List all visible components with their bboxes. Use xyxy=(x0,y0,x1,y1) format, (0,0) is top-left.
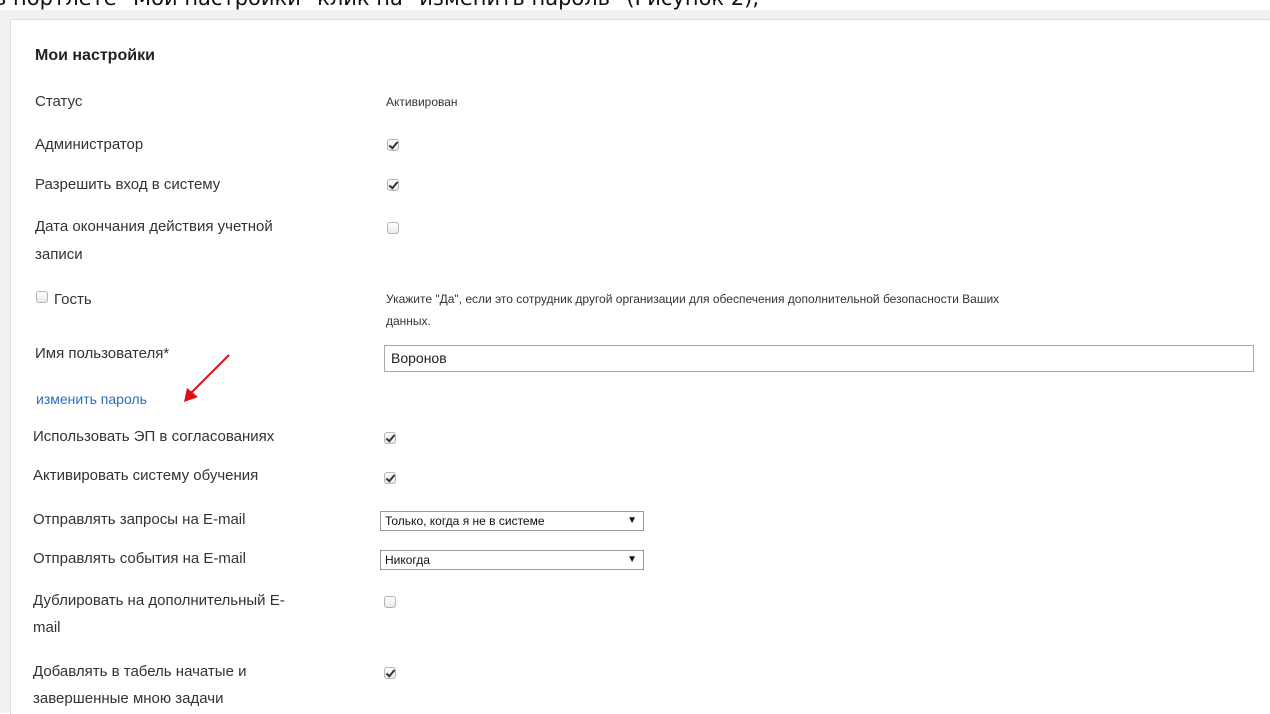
document-caption: в портлете "Мои настройки" клик на "изме… xyxy=(0,0,759,10)
allow-login-label: Разрешить вход в систему xyxy=(35,176,221,193)
username-input[interactable]: Воронов xyxy=(384,345,1254,372)
guest-hint: Укажите "Да", если это сотрудник другой … xyxy=(386,292,1000,306)
duplicate-checkbox[interactable] xyxy=(384,596,396,608)
chevron-down-icon: ▼ xyxy=(627,515,637,526)
username-label: Имя пользователя* xyxy=(35,345,170,362)
send-requests-label: Отправлять запросы на E-mail xyxy=(33,511,246,528)
timesheet-label: Добавлять в табель начатые и xyxy=(33,663,247,680)
learning-label: Активировать систему обучения xyxy=(33,467,259,484)
timesheet-label-line2: завершенные мною задачи xyxy=(33,690,224,707)
guest-label: Гость xyxy=(54,291,92,308)
use-ep-label: Использовать ЭП в согласованиях xyxy=(33,428,275,445)
portlet-title: Мои настройки xyxy=(35,47,155,64)
send-events-select[interactable]: Никогда ▼ xyxy=(380,550,644,570)
admin-checkbox[interactable] xyxy=(387,139,399,151)
status-label: Статус xyxy=(35,93,83,110)
send-requests-select[interactable]: Только, когда я не в системе ▼ xyxy=(380,511,644,531)
duplicate-label: Дублировать на дополнительный E- xyxy=(33,592,285,609)
send-events-label: Отправлять события на E-mail xyxy=(33,550,246,567)
timesheet-checkbox[interactable] xyxy=(384,667,396,679)
change-password-link[interactable]: изменить пароль xyxy=(36,391,147,407)
status-value: Активирован xyxy=(386,95,458,109)
allow-login-checkbox[interactable] xyxy=(387,179,399,191)
guest-checkbox[interactable] xyxy=(36,291,48,303)
expiry-label-line2: записи xyxy=(35,246,83,263)
annotation-arrow-icon xyxy=(184,354,230,402)
admin-label: Администратор xyxy=(35,136,144,153)
send-requests-value: Только, когда я не в системе xyxy=(385,514,545,528)
guest-hint-line2: данных. xyxy=(386,314,431,328)
learning-checkbox[interactable] xyxy=(384,472,396,484)
send-events-value: Никогда xyxy=(385,553,430,567)
expiry-label: Дата окончания действия учетной xyxy=(35,218,273,235)
expiry-checkbox[interactable] xyxy=(387,222,399,234)
duplicate-label-line2: mail xyxy=(33,619,61,636)
use-ep-checkbox[interactable] xyxy=(384,432,396,444)
chevron-down-icon: ▼ xyxy=(627,554,637,565)
